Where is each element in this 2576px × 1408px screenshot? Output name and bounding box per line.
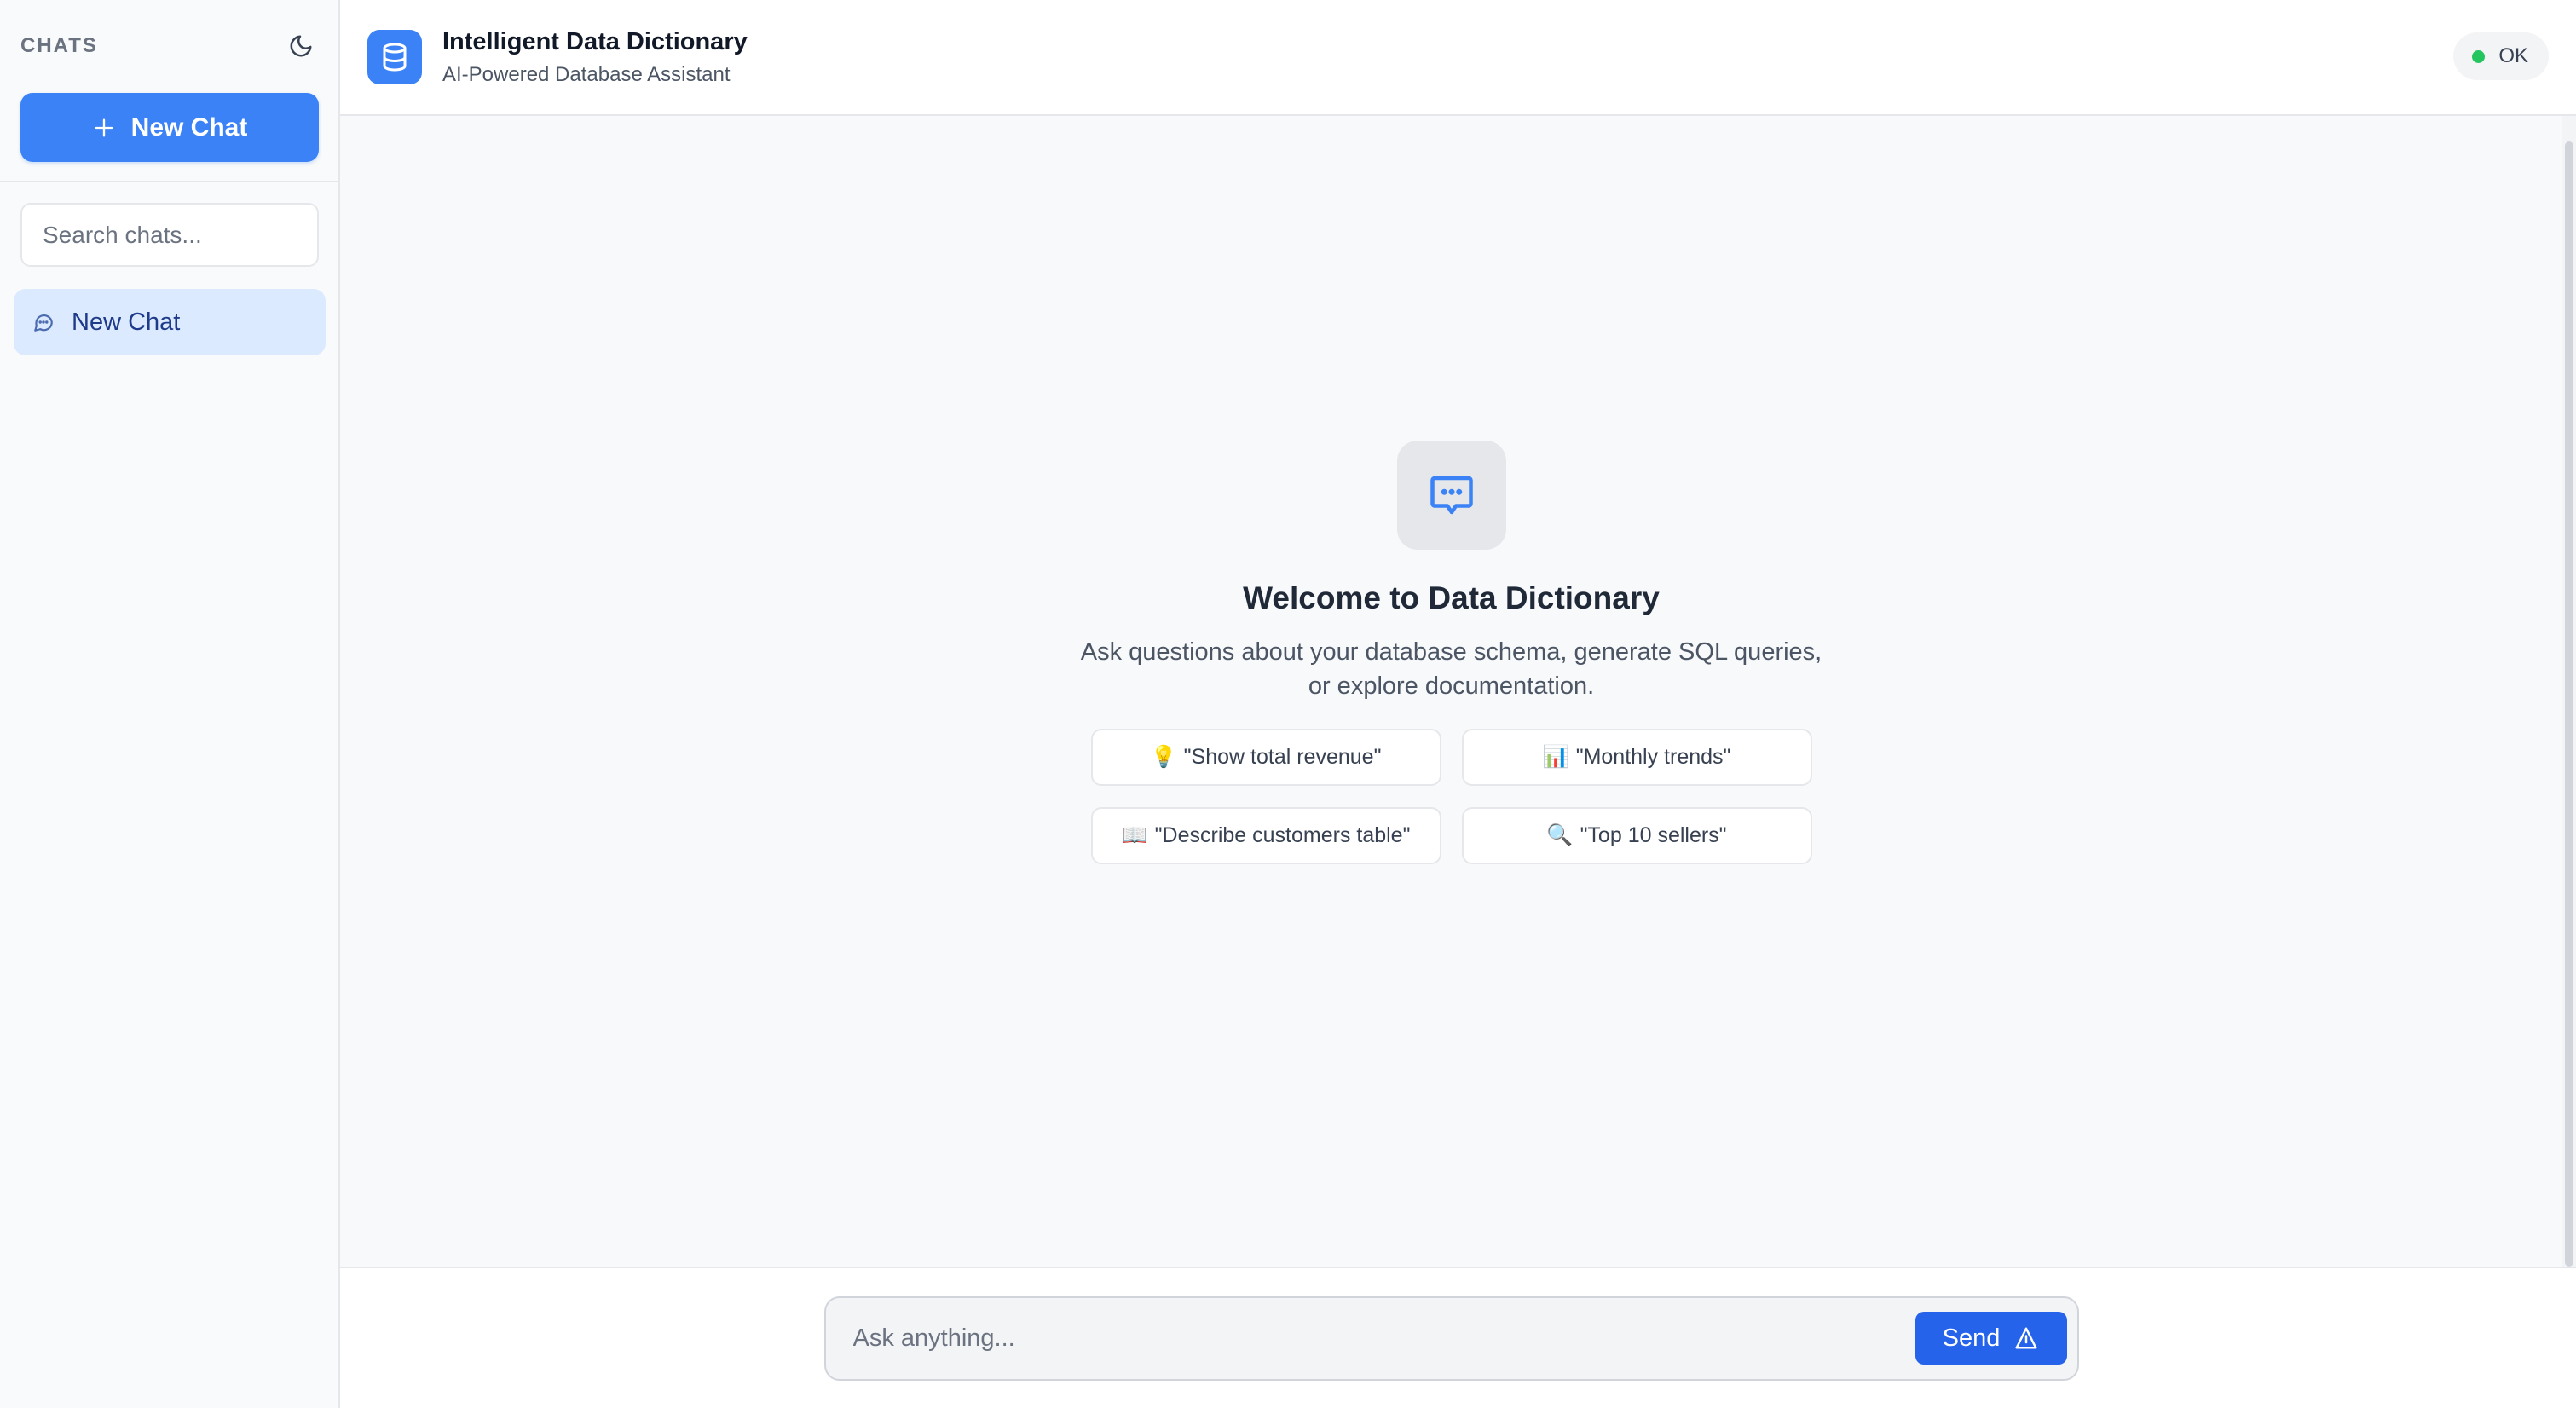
suggestion-top-10-sellers[interactable]: 🔍 "Top 10 sellers": [1461, 807, 1812, 864]
app-title: Intelligent Data Dictionary: [442, 27, 748, 55]
chat-item-label: New Chat: [72, 308, 181, 336]
database-logo-icon: [367, 30, 422, 84]
sidebar-title: CHATS: [20, 34, 98, 57]
top-bar: Intelligent Data Dictionary AI-Powered D…: [340, 0, 2576, 116]
status-dot-icon: [2472, 49, 2486, 63]
scrollbar[interactable]: [2562, 116, 2576, 1267]
send-label: Send: [1942, 1324, 2001, 1352]
welcome-title: Welcome to Data Dictionary: [1243, 580, 1660, 615]
app-title-block: Intelligent Data Dictionary AI-Powered D…: [442, 28, 748, 87]
sidebar-top: CHATS New Chat: [0, 0, 338, 182]
suggestion-text: "Top 10 sellers": [1580, 823, 1727, 847]
lightbulb-icon: 💡: [1150, 745, 1177, 769]
suggestion-show-total-revenue[interactable]: 💡 "Show total revenue": [1090, 729, 1441, 786]
send-icon: [2015, 1327, 2037, 1349]
sidebar-search: [0, 182, 338, 267]
composer-box: Send: [823, 1295, 2079, 1381]
sidebar: CHATS New Chat New Chat: [0, 0, 340, 1408]
sidebar-header: CHATS: [20, 0, 318, 92]
plus-icon: [95, 118, 113, 136]
chat-content: Welcome to Data Dictionary Ask questions…: [340, 116, 2576, 1267]
open-book-icon: 📖: [1121, 823, 1148, 847]
welcome-description-line: Ask questions about your database schema…: [1080, 638, 1822, 666]
magnifier-icon: 🔍: [1546, 823, 1574, 847]
status-badge: OK: [2453, 32, 2549, 80]
status-text: OK: [2498, 44, 2528, 67]
suggestion-text: "Show total revenue": [1183, 745, 1382, 769]
chat-list-item[interactable]: New Chat: [14, 289, 326, 355]
search-chats-input[interactable]: [20, 203, 319, 267]
new-chat-label: New Chat: [130, 113, 248, 141]
welcome-description: Ask questions about your database schema…: [1068, 635, 1835, 703]
suggestion-monthly-trends[interactable]: 📊 "Monthly trends": [1461, 729, 1812, 786]
main-panel: Intelligent Data Dictionary AI-Powered D…: [340, 0, 2576, 1408]
scrollbar-thumb[interactable]: [2565, 141, 2573, 1267]
app-root: CHATS New Chat New Chat: [0, 0, 2576, 1408]
moon-icon: [290, 35, 312, 57]
message-input[interactable]: [852, 1324, 1915, 1353]
bar-chart-icon: 📊: [1542, 745, 1569, 769]
chat-bubble-icon: [34, 314, 53, 332]
suggestion-grid: 💡 "Show total revenue" 📊 "Monthly trends…: [1090, 729, 1812, 864]
suggestion-text: "Monthly trends": [1575, 745, 1731, 769]
welcome-panel: Welcome to Data Dictionary Ask questions…: [340, 441, 2562, 864]
chat-dots-icon: [1396, 441, 1506, 550]
app-subtitle: AI-Powered Database Assistant: [442, 62, 731, 86]
send-button[interactable]: Send: [1915, 1312, 2067, 1365]
welcome-description-line: or explore documentation.: [1308, 672, 1595, 700]
chat-list: New Chat: [0, 267, 338, 355]
theme-toggle-button[interactable]: [277, 22, 325, 70]
suggestion-describe-customers-table[interactable]: 📖 "Describe customers table": [1090, 807, 1441, 864]
new-chat-button[interactable]: New Chat: [20, 93, 319, 162]
composer-bar: Send: [340, 1267, 2576, 1408]
suggestion-text: "Describe customers table": [1154, 823, 1411, 847]
